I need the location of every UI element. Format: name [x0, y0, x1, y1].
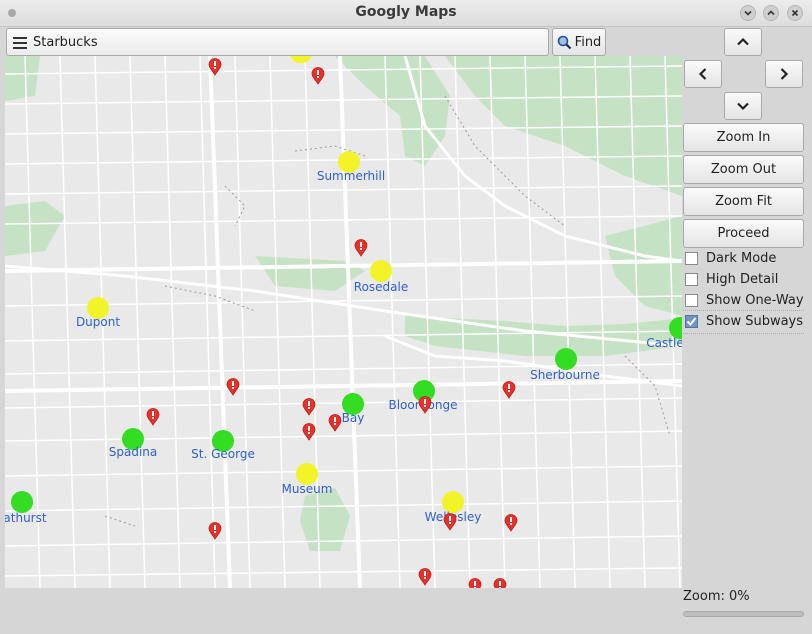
map-pin-icon[interactable] — [302, 423, 316, 441]
find-label: Find — [574, 34, 602, 50]
zoom-in-button[interactable]: Zoom In — [683, 123, 804, 152]
find-button[interactable]: Find — [552, 28, 606, 56]
station-label-sherbourne: Sherbourne — [530, 368, 600, 382]
show-one-way-checkbox[interactable]: Show One-Way — [685, 290, 804, 310]
station-label-rosedale: Rosedale — [353, 280, 409, 294]
arrow-right-icon — [780, 68, 789, 80]
checkbox-box-checked[interactable] — [685, 314, 698, 328]
high-detail-checkbox[interactable]: High Detail — [685, 269, 778, 289]
search-icon — [557, 35, 571, 49]
option-divider — [683, 333, 804, 334]
station-label-st-george: St. George — [191, 447, 255, 461]
arrow-left-icon — [698, 68, 707, 80]
arrow-down-icon — [737, 102, 749, 111]
checkmark-icon — [686, 316, 697, 326]
map-pin-icon[interactable] — [302, 398, 316, 416]
search-input[interactable] — [33, 32, 533, 52]
subway-station-sherbourne[interactable] — [555, 348, 577, 370]
close-button[interactable] — [787, 5, 803, 21]
pan-down-button[interactable] — [724, 92, 762, 120]
show-subways-label: Show Subways — [706, 313, 804, 329]
map-pin-icon[interactable] — [226, 378, 240, 396]
map-pin-icon[interactable] — [493, 578, 507, 588]
high-detail-label: High Detail — [706, 271, 779, 287]
dark-mode-label: Dark Mode — [706, 250, 777, 266]
pan-up-button[interactable] — [724, 28, 762, 56]
station-label-bay: Bay — [341, 411, 365, 425]
maximize-button[interactable] — [763, 5, 779, 21]
checkbox-box[interactable] — [685, 251, 698, 265]
station-label-dupont: Dupont — [75, 315, 121, 329]
zoom-out-button[interactable]: Zoom Out — [683, 155, 804, 184]
dark-mode-checkbox[interactable]: Dark Mode — [685, 248, 776, 268]
show-subways-checkbox[interactable]: Show Subways — [685, 311, 803, 331]
pan-right-button[interactable] — [765, 60, 803, 88]
map-pin-icon[interactable] — [418, 396, 432, 414]
menu-icon[interactable] — [13, 37, 27, 49]
station-label-museum: Museum — [281, 482, 333, 496]
map-pin-icon[interactable] — [504, 514, 518, 532]
zoom-progress-bar — [683, 611, 804, 617]
map-canvas[interactable]: Summerhill Rosedale Dupont Sherbourne Ca… — [5, 56, 682, 588]
zoom-fit-button[interactable]: Zoom Fit — [683, 187, 804, 216]
chevron-down-icon — [744, 10, 752, 16]
close-icon — [791, 9, 799, 17]
map-pin-icon[interactable] — [418, 568, 432, 586]
chevron-up-icon — [767, 10, 775, 16]
window-title: Googly Maps — [355, 4, 457, 20]
subway-station-rosedale[interactable] — [370, 260, 392, 282]
arrow-up-icon — [737, 37, 749, 46]
map-pin-icon[interactable] — [328, 414, 342, 432]
station-label-castle: Castle — [646, 336, 682, 350]
station-label-spadina: Spadina — [108, 445, 158, 459]
minimize-button[interactable] — [740, 5, 756, 21]
map-pin-icon[interactable] — [208, 522, 222, 540]
map-pin-icon[interactable] — [502, 381, 516, 399]
title-bar: Googly Maps — [0, 0, 812, 27]
proceed-button[interactable]: Proceed — [683, 219, 804, 248]
station-label-summerhill: Summerhill — [316, 169, 386, 183]
pan-left-button[interactable] — [684, 60, 722, 88]
map-pin-icon[interactable] — [311, 67, 325, 85]
map-pin-icon[interactable] — [443, 513, 457, 531]
subway-station-bathurst[interactable] — [11, 491, 33, 513]
map-pin-icon[interactable] — [146, 408, 160, 426]
map-pin-icon[interactable] — [468, 578, 482, 588]
zoom-status: Zoom: 0% — [683, 589, 750, 604]
map-pin-icon[interactable] — [354, 239, 368, 257]
checkbox-box[interactable] — [685, 293, 698, 307]
station-label-bathurst: athurst — [5, 511, 47, 525]
checkbox-box[interactable] — [685, 272, 698, 286]
map-pin-icon[interactable] — [208, 58, 222, 76]
show-one-way-label: Show One-Way — [706, 292, 804, 308]
search-box[interactable] — [6, 28, 549, 56]
